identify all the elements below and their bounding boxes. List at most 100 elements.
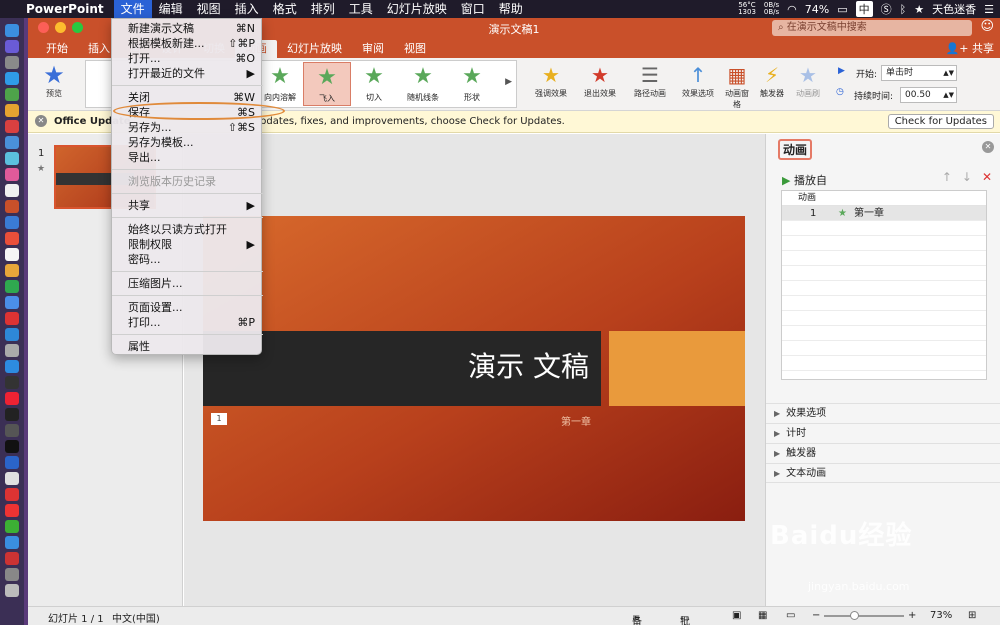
preview-button[interactable]: ★ 预览 (34, 62, 74, 99)
feedback-smiley-icon[interactable]: ☺ (980, 19, 994, 34)
safari-icon[interactable] (5, 72, 19, 85)
menu-item-save-as[interactable]: 另存为... ⇧⌘S (112, 120, 263, 135)
trigger-button[interactable]: ⚡ 触发器 (756, 62, 788, 99)
menu-item-export[interactable]: 导出... (112, 150, 263, 165)
menu-item-new-presentation[interactable]: 新建演示文稿 ⌘N (112, 21, 263, 36)
menu-item-share[interactable]: 共享 ▶ (112, 198, 263, 213)
cpu-temp-widget[interactable]: 56°C 1303 (738, 2, 756, 16)
language-indicator[interactable]: 中文(中国) (112, 610, 160, 625)
menu-item-properties[interactable]: 属性 (112, 339, 263, 354)
zoom-slider[interactable] (824, 615, 904, 617)
search-input[interactable]: ⌕ 在演示文稿中搜索 (772, 20, 972, 36)
menu-item-password[interactable]: 密码... (112, 252, 263, 267)
app-icon[interactable] (5, 184, 19, 197)
app-icon[interactable] (5, 392, 19, 405)
menu-item-always-read-only[interactable]: 始终以只读方式打开 (112, 222, 263, 237)
app-icon[interactable] (5, 328, 19, 341)
menu-item-page-setup[interactable]: 页面设置... (112, 300, 263, 315)
bluetooth-icon[interactable]: ᛒ (900, 3, 907, 16)
zoom-out-icon[interactable]: − (812, 610, 820, 621)
slide-sorter-icon[interactable]: ▦ (758, 610, 767, 621)
app-name[interactable]: PowerPoint (26, 2, 104, 16)
input-method-indicator[interactable]: 中 (855, 1, 873, 17)
app-icon[interactable] (5, 264, 19, 277)
menu-tools[interactable]: 工具 (342, 0, 380, 18)
delete-icon[interactable]: ✕ (982, 170, 992, 184)
effect-random-bars[interactable]: ★ 随机线条 (399, 62, 447, 106)
app-icon[interactable] (5, 248, 19, 261)
menu-window[interactable]: 窗口 (454, 0, 492, 18)
effect-shape[interactable]: ★ 形状 (448, 62, 496, 106)
slideshow-view-icon[interactable]: ▭ (786, 610, 795, 621)
battery-icon[interactable]: ▭ (837, 3, 847, 16)
app-icon[interactable] (5, 88, 19, 101)
close-notice-icon[interactable]: ✕ (35, 115, 47, 127)
zoom-slider-thumb[interactable] (850, 611, 859, 620)
check-for-updates-button[interactable]: Check for Updates (887, 114, 994, 129)
app-icon[interactable] (5, 216, 19, 229)
app-icon[interactable] (5, 200, 19, 213)
wechat-icon[interactable] (5, 520, 19, 533)
section-triggers[interactable]: ▶ 触发器 (766, 443, 1000, 463)
effect-peek-in[interactable]: ★ 切入 (350, 62, 398, 106)
menu-edit[interactable]: 编辑 (152, 0, 190, 18)
start-select[interactable]: 单击时 ▲▼ (881, 65, 957, 81)
menu-view[interactable]: 视图 (190, 0, 228, 18)
list-item[interactable]: 1 ★ 第一章 (782, 206, 986, 221)
tab-view[interactable]: 视图 (394, 40, 436, 58)
effect-dissolve-in[interactable]: ★ 向内溶解 (256, 62, 304, 106)
app-icon[interactable] (5, 136, 19, 149)
app-icon[interactable] (5, 376, 19, 389)
menu-item-compress-pictures[interactable]: 压缩图片... (112, 276, 263, 291)
app-icon[interactable] (5, 168, 19, 181)
battery-percent[interactable]: 74% (805, 3, 829, 16)
menu-item-restrict-permissions[interactable]: 限制权限 ▶ (112, 237, 263, 252)
app-icon[interactable] (5, 104, 19, 117)
app-icon[interactable] (5, 152, 19, 165)
wifi-icon[interactable]: ◠ (787, 3, 797, 16)
terminal-icon[interactable] (5, 408, 19, 421)
share-button[interactable]: 👤+ 共享 (946, 40, 994, 56)
app-icon[interactable] (5, 360, 19, 373)
play-from-button[interactable]: ▶ 播放自 (782, 172, 827, 188)
app-icon[interactable] (5, 440, 19, 453)
section-timing[interactable]: ▶ 计时 (766, 423, 1000, 443)
menu-help[interactable]: 帮助 (492, 0, 530, 18)
network-speed-widget[interactable]: 0B/s 0B/s (764, 2, 779, 16)
effect-fly-in[interactable]: ★ 飞入 (303, 62, 351, 106)
zoom-in-icon[interactable]: + (908, 610, 916, 621)
menu-list-icon[interactable]: ☰ (984, 3, 994, 16)
animation-painter-button[interactable]: ★ 动画刷 (792, 62, 824, 99)
menu-item-save-as-template[interactable]: 另存为模板... (112, 135, 263, 150)
app-icon[interactable] (5, 568, 19, 581)
section-effect-options[interactable]: ▶ 效果选项 (766, 403, 1000, 423)
app-icon[interactable] (5, 120, 19, 133)
move-down-icon[interactable]: ↓ (962, 170, 972, 184)
menu-slideshow[interactable]: 幻灯片放映 (380, 0, 454, 18)
move-up-icon[interactable]: ↑ (942, 170, 952, 184)
menu-item-print[interactable]: 打印... ⌘P (112, 315, 263, 330)
trash-icon[interactable] (5, 584, 19, 597)
app-icon[interactable] (5, 552, 19, 565)
normal-view-icon[interactable]: ▣ (732, 610, 741, 621)
menu-format[interactable]: 格式 (266, 0, 304, 18)
launchpad-icon[interactable] (5, 56, 19, 69)
finder-icon[interactable] (5, 24, 19, 37)
app-icon[interactable] (5, 488, 19, 501)
motion-paths-button[interactable]: ☰ 路径动画 (628, 62, 672, 99)
exit-effects-button[interactable]: ★ 退出效果 (578, 62, 622, 99)
tab-home[interactable]: 开始 (36, 40, 78, 58)
menu-item-open[interactable]: 打开... ⌘O (112, 51, 263, 66)
menu-file[interactable]: 文件 (113, 0, 152, 18)
app-icon[interactable] (5, 504, 19, 517)
menu-item-new-from-template[interactable]: 根据模板新建... ⇧⌘P (112, 36, 263, 51)
menu-item-close[interactable]: 关闭 ⌘W (112, 90, 263, 105)
tab-slideshow[interactable]: 幻灯片放映 (277, 40, 352, 58)
fit-to-window-icon[interactable]: ⊞ (968, 610, 976, 621)
slide[interactable]: 演示 文稿 第一章 1 (203, 216, 745, 521)
slide-title[interactable]: 演示 文稿 (468, 345, 589, 385)
user-name[interactable]: 天色迷香 (932, 1, 976, 17)
effect-options-button[interactable]: ↑ 效果选项 (678, 62, 718, 99)
animation-pane-button[interactable]: ▦ 动画窗格 (722, 62, 752, 110)
slide-subtitle[interactable]: 第一章 (561, 413, 591, 428)
